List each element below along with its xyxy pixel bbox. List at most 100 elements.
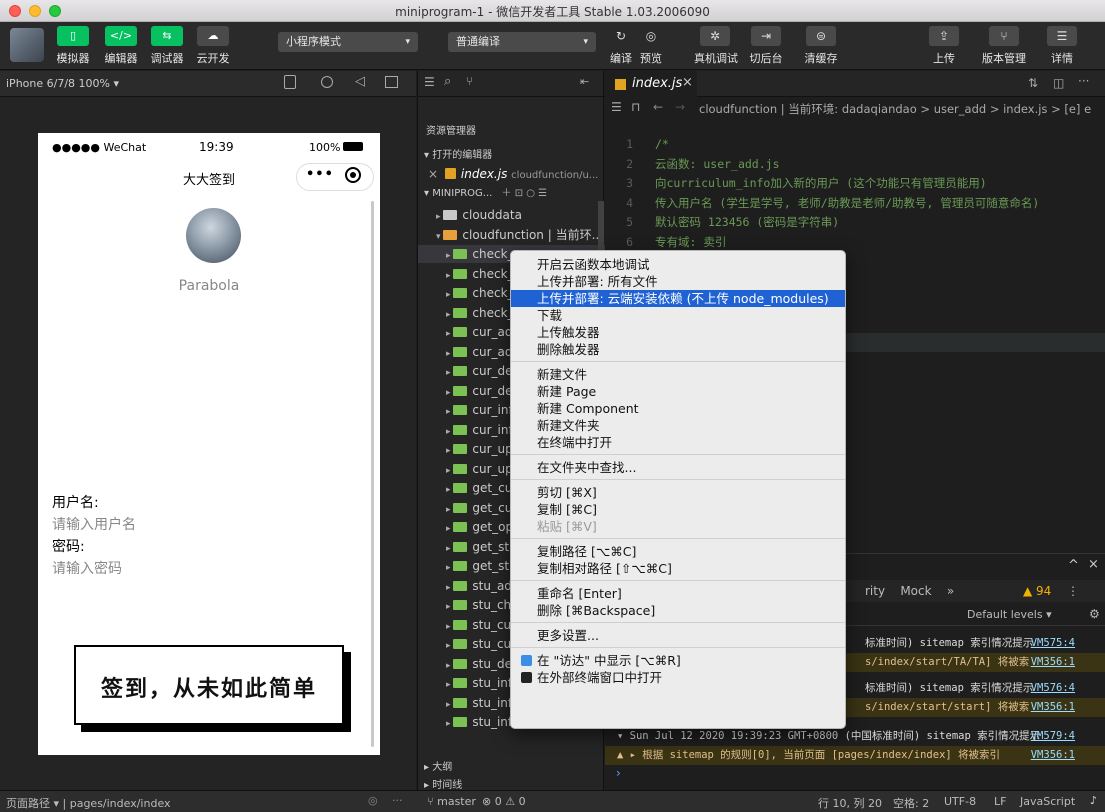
new-file-icon[interactable]: ＋ ⊡ ○ ☰ [502, 188, 548, 199]
more-icon[interactable]: ⋮ [1067, 584, 1079, 598]
menu-item[interactable]: 粘贴 [⌘V] [511, 518, 845, 535]
menu-item[interactable]: 上传触发器 [511, 324, 845, 341]
menu-item[interactable]: 上传并部署: 所有文件 [511, 273, 845, 290]
levels-select[interactable]: Default levels ▾ [967, 608, 1052, 621]
menu-item[interactable]: 新建 Page [511, 383, 845, 400]
split-icon[interactable]: ⇤ [580, 75, 589, 88]
menu-icon[interactable]: ☰ [424, 75, 435, 89]
menu-item[interactable]: 删除触发器 [511, 341, 845, 358]
username-input[interactable]: 请输入用户名 [52, 514, 352, 534]
code-line[interactable]: 6 专有域: 卖引 [605, 233, 1105, 252]
more-icon[interactable]: ••• [306, 167, 334, 182]
toolbar-button-3[interactable]: ☁ 云开发 [192, 26, 234, 66]
tree-item[interactable]: ▸ clouddata [418, 206, 605, 224]
toolbar-button-0[interactable]: ▯ 模拟器 [52, 26, 94, 66]
source-link[interactable]: VM576:4 [1031, 679, 1075, 698]
back-icon[interactable]: ◁ [355, 74, 365, 89]
language-mode[interactable]: JavaScript [1020, 795, 1075, 808]
forward-icon[interactable]: → [675, 100, 685, 114]
open-editors-header[interactable]: ▾ 打开的编辑器 [418, 147, 605, 165]
cursor-position[interactable]: 行 10, 列 20 [818, 795, 882, 811]
page-path[interactable]: 页面路径 ▾ | pages/index/index [6, 795, 171, 811]
split-editor-icon[interactable]: ◫ [1053, 76, 1064, 90]
avatar[interactable] [10, 28, 44, 62]
menu-item[interactable]: 删除 [⌘Backspace] [511, 602, 845, 619]
toolbar-button-切后台[interactable]: ⇥ 切后台 [745, 26, 787, 66]
compile-select[interactable]: 普通编译 ▾ [448, 32, 596, 52]
device-select[interactable]: iPhone 6/7/8 100% ▾ [6, 77, 119, 90]
menu-item[interactable]: 复制路径 [⌥⌘C] [511, 543, 845, 560]
code-line[interactable]: 5 默认密码 123456 (密码是字符串) [605, 213, 1105, 232]
console-line[interactable]: ▲ ▸ 根据 sitemap 的规则[0], 当前页面 [pages/index… [605, 746, 1105, 765]
source-link[interactable]: VM356:1 [1031, 698, 1075, 717]
toolbar-button-2[interactable]: ⇆ 调试器 [146, 26, 188, 66]
menu-item[interactable]: 重命名 [Enter] [511, 585, 845, 602]
list-icon[interactable]: ☰ [611, 100, 622, 114]
mode-select[interactable]: 小程序模式 ▾ [278, 32, 418, 52]
compare-icon[interactable]: ⇅ [1028, 76, 1038, 90]
code-line[interactable]: 3 向curriculum_info加入新的用户 (这个功能只有管理员能用) [605, 174, 1105, 193]
menu-item[interactable]: 新建 Component [511, 400, 845, 417]
toolbar-button-上传[interactable]: ⇪ 上传 [919, 26, 969, 66]
menu-item[interactable]: 在 "访达" 中显示 [⌥⌘R] [511, 652, 845, 669]
password-input[interactable]: 请输入密码 [52, 558, 352, 578]
branch-icon[interactable]: ⑂ [466, 74, 473, 88]
menu-item[interactable]: 剪切 [⌘X] [511, 484, 845, 501]
toolbar-button-清缓存[interactable]: ⊜ 清缓存 [796, 26, 846, 66]
menu-item[interactable]: 在终端中打开 [511, 434, 845, 451]
bookmark-icon[interactable]: ⊓ [631, 100, 640, 114]
project-header[interactable]: ▾ MINIPROG... ＋ ⊡ ○ ☰ [418, 185, 605, 203]
outline-header[interactable]: ▸ 大纲 [418, 759, 605, 777]
toolbar-button-真机调试[interactable]: ✲ 真机调试 [694, 26, 738, 66]
capsule-menu[interactable]: ••• [296, 163, 374, 191]
menu-item[interactable]: 复制 [⌘C] [511, 501, 845, 518]
code-line[interactable]: 2 云函数: user_add.js [605, 155, 1105, 174]
tree-item[interactable]: ▾ cloudfunction | 当前环... [418, 226, 605, 244]
eol[interactable]: LF [994, 795, 1006, 808]
indent-setting[interactable]: 空格: 2 [893, 795, 929, 811]
toolbar-button-1[interactable]: </> 编辑器 [100, 26, 142, 66]
eye-icon[interactable]: ◎ [368, 794, 378, 807]
toolbar-button-预览[interactable]: ◎ 预览 [630, 26, 672, 66]
menu-item[interactable]: 在外部终端窗口中打开 [511, 669, 845, 686]
console-prompt[interactable]: › [616, 766, 621, 780]
code-line[interactable]: 1 /* [605, 135, 1105, 154]
menu-item[interactable]: 新建文件夹 [511, 417, 845, 434]
source-link[interactable]: VM356:1 [1031, 653, 1075, 672]
gear-icon[interactable]: ⚙ [1089, 607, 1100, 621]
more-icon[interactable]: ··· [1078, 74, 1089, 88]
console-line[interactable]: ▾ Sun Jul 12 2020 19:39:23 GMT+0800 (中国标… [605, 727, 1105, 746]
record-icon[interactable] [321, 76, 333, 88]
close-panel-icon[interactable]: × [1088, 557, 1099, 572]
branch-indicator[interactable]: ⑂ master [427, 795, 476, 808]
toolbar-button-详情[interactable]: ☰ 详情 [1037, 26, 1087, 66]
back-icon[interactable]: ← [653, 100, 663, 114]
menu-item[interactable]: 上传并部署: 云端安装依赖 (不上传 node_modules) [511, 290, 845, 307]
more-icon[interactable]: ··· [392, 794, 403, 807]
search-icon[interactable]: ⌕ [444, 74, 451, 89]
close-icon[interactable]: × [428, 167, 438, 181]
close-tab-icon[interactable]: × [682, 75, 693, 90]
phone-icon[interactable] [284, 75, 296, 89]
editor-tab[interactable]: index.js × [605, 71, 697, 97]
menu-item[interactable]: 开启云函数本地调试 [511, 256, 845, 273]
code-line[interactable]: 4 传入用户名 (学生是学号, 老师/助教是老师/助教号, 管理员可随意命名) [605, 194, 1105, 213]
bell-icon[interactable]: ♪ [1090, 794, 1097, 807]
menu-item[interactable]: 在文件夹中查找... [511, 459, 845, 476]
source-link[interactable]: VM356:1 [1031, 746, 1075, 765]
menu-item[interactable]: 新建文件 [511, 366, 845, 383]
errors-indicator[interactable]: ⊗ 0 ⚠ 0 [482, 795, 526, 808]
window-icon[interactable] [385, 76, 398, 88]
toolbar-button-版本管理[interactable]: ⑂ 版本管理 [979, 26, 1029, 66]
menu-item[interactable]: 复制相对路径 [⇧⌥⌘C] [511, 560, 845, 577]
source-link[interactable]: VM579:4 [1031, 727, 1075, 746]
signin-banner[interactable]: 签到，从未如此简单 [74, 645, 344, 725]
chevron-up-icon[interactable]: ^ [1068, 558, 1079, 573]
chevron-icon: ▸ [446, 368, 454, 378]
source-link[interactable]: VM575:4 [1031, 634, 1075, 653]
menu-item[interactable]: 下载 [511, 307, 845, 324]
menu-item[interactable]: 更多设置... [511, 627, 845, 644]
open-editor-item[interactable]: × index.js cloudfunction/u... [418, 165, 605, 183]
encoding[interactable]: UTF-8 [944, 795, 976, 808]
warning-count[interactable]: ▲ 94 [1023, 584, 1051, 598]
